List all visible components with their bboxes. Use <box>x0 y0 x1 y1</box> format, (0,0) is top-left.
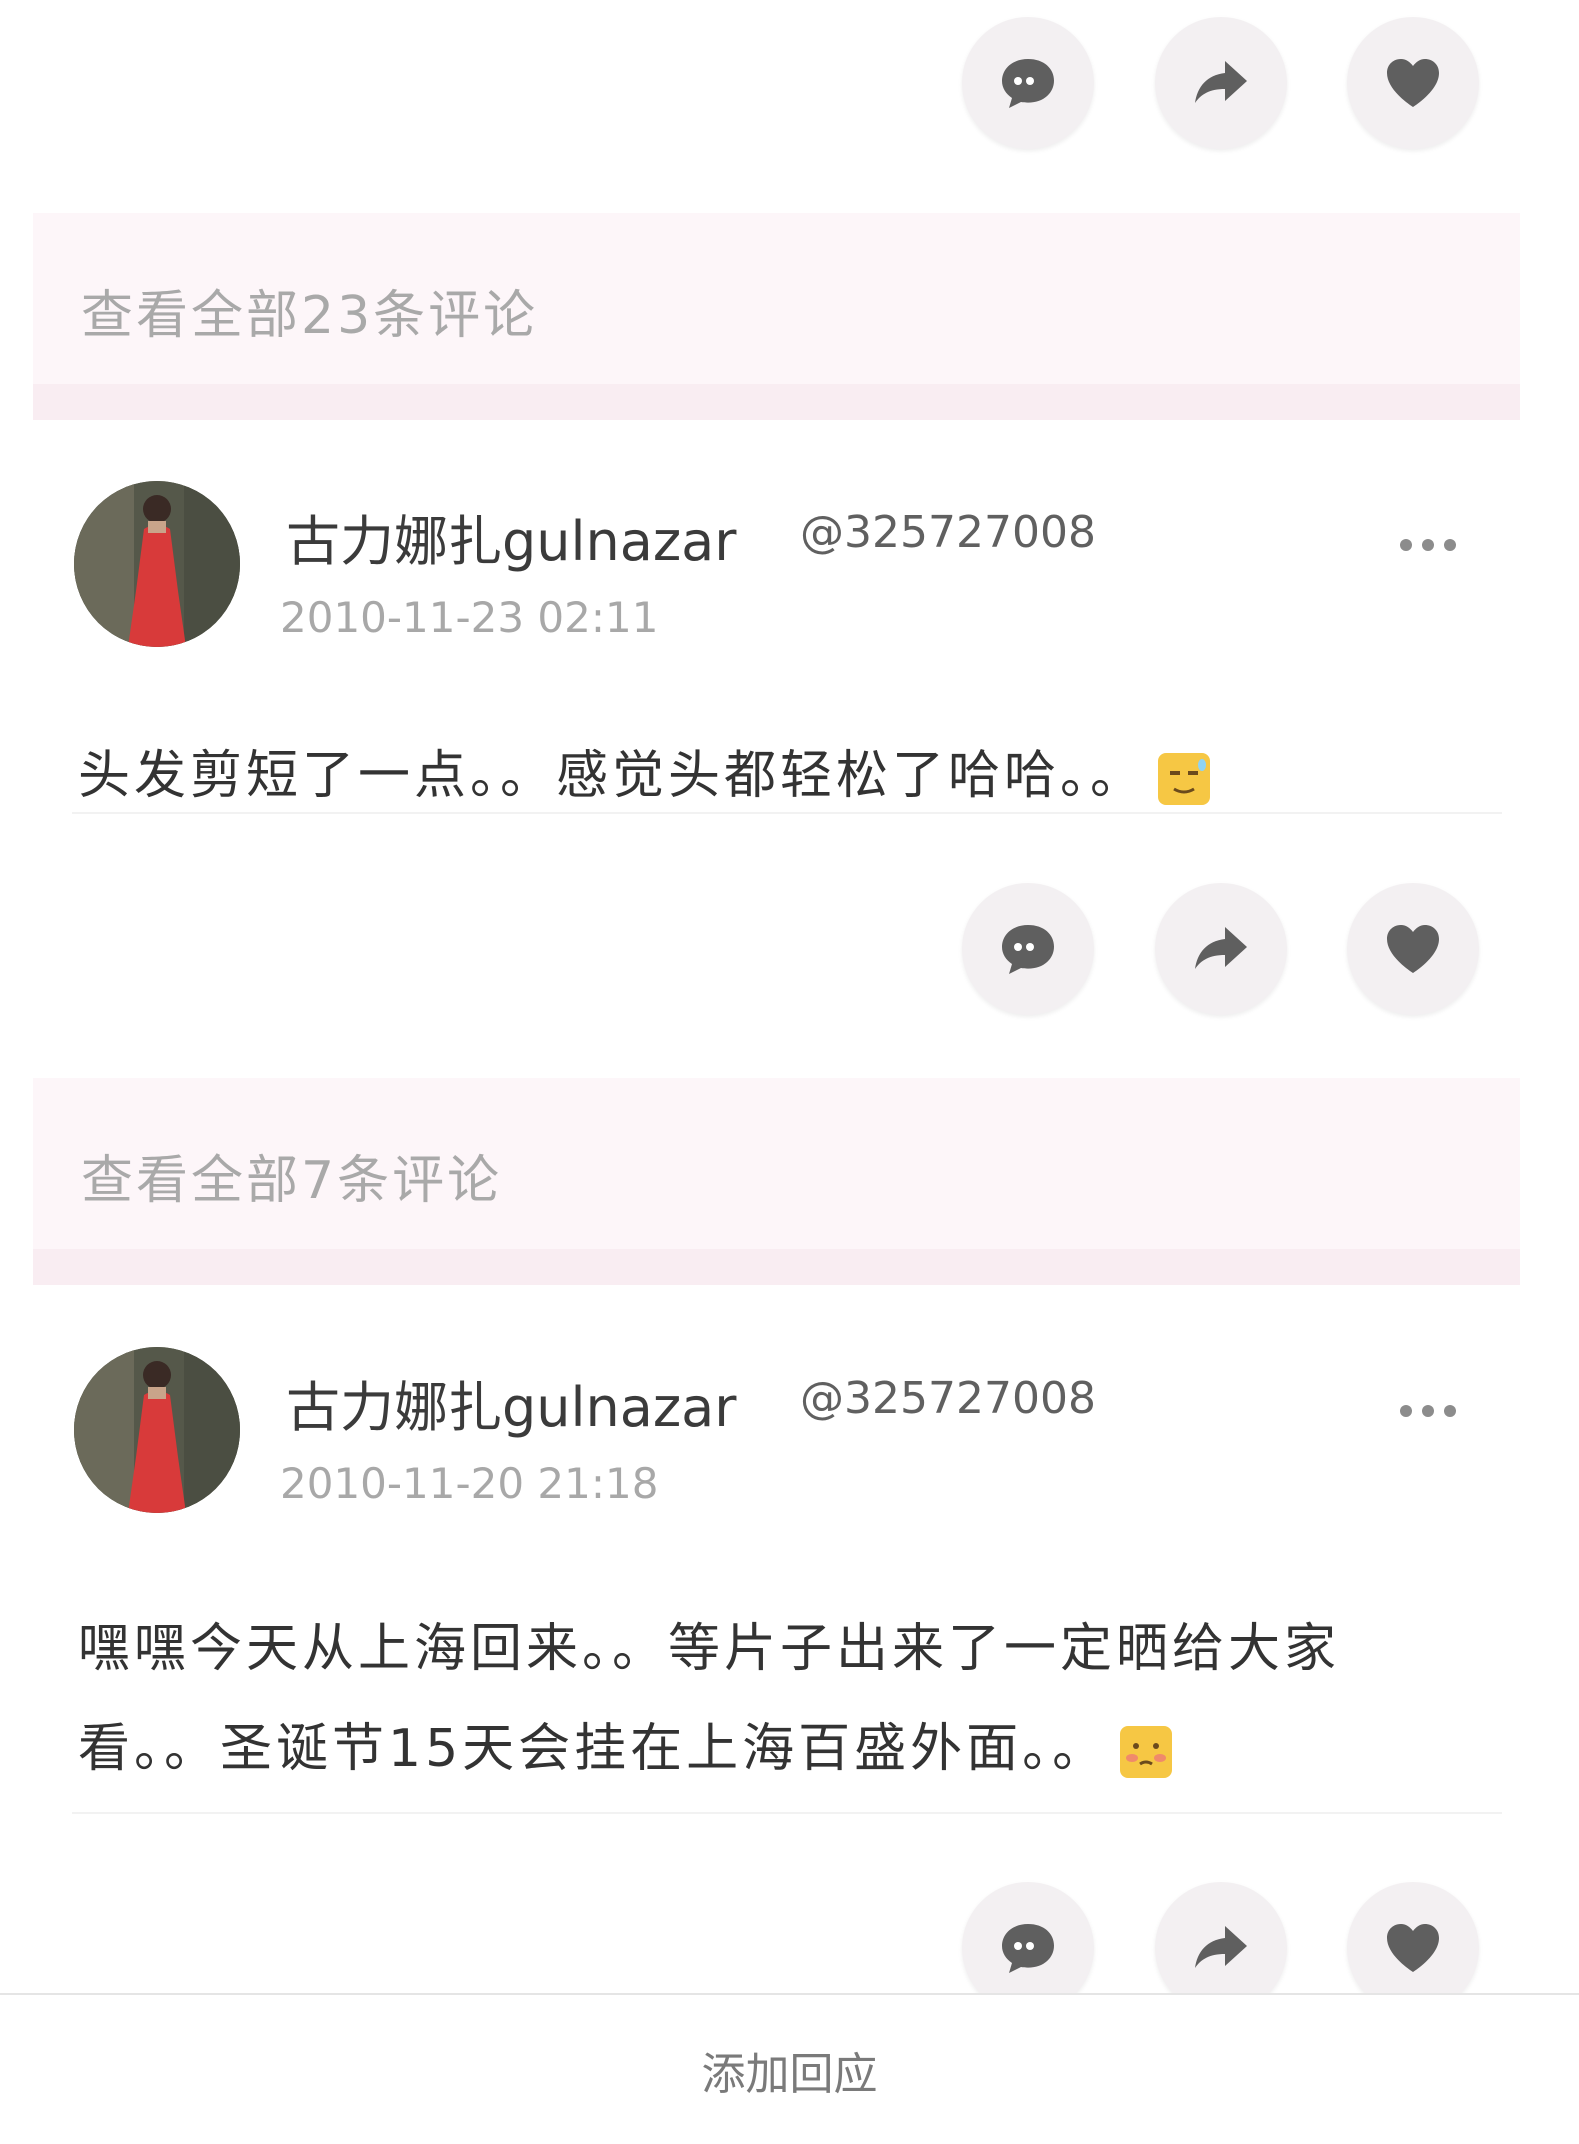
share-button[interactable] <box>1155 883 1287 1015</box>
action-row <box>0 883 1579 1023</box>
author-handle[interactable]: @325727008 <box>800 507 1096 558</box>
add-reply-button[interactable]: 添加回应 <box>0 1995 1579 2144</box>
like-button[interactable] <box>1347 883 1479 1015</box>
heart-icon <box>1387 1924 1439 1972</box>
view-all-comments-section: 查看全部7条评论 <box>33 1078 1520 1285</box>
sweat-smile-emoji-icon <box>1158 753 1211 805</box>
divider <box>72 1812 1502 1814</box>
post-text: 头发剪短了一点。。感觉头都轻松了哈哈。。 <box>78 726 1212 826</box>
more-options-icon[interactable] <box>1400 1405 1456 1419</box>
author-handle[interactable]: @325727008 <box>800 1373 1096 1424</box>
avatar[interactable] <box>74 1347 240 1513</box>
section-separator <box>33 384 1520 420</box>
heart-icon <box>1387 59 1439 107</box>
more-options-icon[interactable] <box>1400 539 1456 553</box>
comment-bubble-icon <box>1002 59 1054 108</box>
footer-bar: 添加回应 <box>0 1993 1579 2144</box>
shy-emoji-icon <box>1120 1726 1173 1778</box>
comment-bubble-icon <box>1002 925 1054 974</box>
action-row <box>0 17 1579 157</box>
comment-bubble-icon <box>1002 1924 1054 1973</box>
weibo-post: 古力娜扎gulnazar @325727008 2010-11-20 21:18… <box>0 1347 1579 1807</box>
comment-button[interactable] <box>962 17 1094 149</box>
post-text-line: 头发剪短了一点。。感觉头都轻松了哈哈。。 <box>78 746 1147 806</box>
author-name[interactable]: 古力娜扎gulnazar <box>286 1363 736 1442</box>
post-text-line: 看。。圣诞节15天会挂在上海百盛外面。。 <box>78 1719 1109 1779</box>
share-button[interactable] <box>1155 17 1287 149</box>
post-timestamp: 2010-11-23 02:11 <box>280 593 659 642</box>
post-text-line: 嘿嘿今天从上海回来。。等片子出来了一定晒给大家 <box>78 1619 1341 1679</box>
share-arrow-icon <box>1195 927 1247 969</box>
author-name[interactable]: 古力娜扎gulnazar <box>286 497 736 576</box>
post-timestamp: 2010-11-20 21:18 <box>280 1459 659 1508</box>
view-all-comments-section: 查看全部23条评论 <box>33 213 1520 420</box>
like-button[interactable] <box>1347 17 1479 149</box>
comment-button[interactable] <box>962 883 1094 1015</box>
heart-icon <box>1387 925 1439 973</box>
weibo-post: 古力娜扎gulnazar @325727008 2010-11-23 02:11… <box>0 481 1579 811</box>
share-arrow-icon <box>1195 61 1247 103</box>
view-all-comments-link[interactable]: 查看全部23条评论 <box>81 273 538 348</box>
avatar[interactable] <box>74 481 240 647</box>
post-text: 嘿嘿今天从上海回来。。等片子出来了一定晒给大家 看。。圣诞节15天会挂在上海百盛… <box>78 1599 1340 1799</box>
view-all-comments-link[interactable]: 查看全部7条评论 <box>81 1138 502 1213</box>
divider <box>72 812 1502 814</box>
share-arrow-icon <box>1195 1926 1247 1968</box>
section-separator <box>33 1249 1520 1285</box>
